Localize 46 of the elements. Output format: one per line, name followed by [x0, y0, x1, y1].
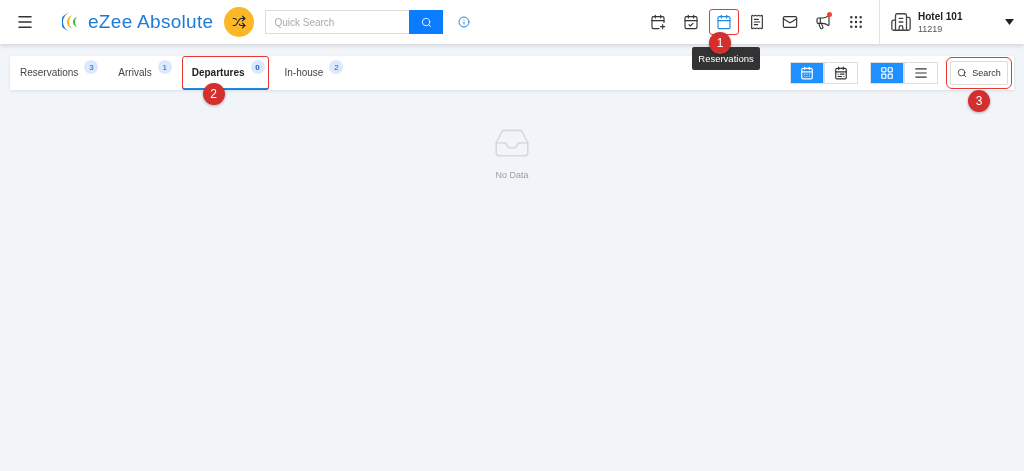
calendar-icon — [716, 14, 732, 30]
tab[interactable]: In-house 2 — [274, 56, 348, 90]
empty-message: No Data — [495, 170, 529, 180]
tab-label: Reservations — [20, 66, 79, 78]
calendar-plus-icon — [650, 14, 666, 30]
quick-search-field[interactable]: Quick Search — [265, 10, 410, 34]
search-label: Search — [972, 68, 1001, 78]
tab[interactable]: Reservations 3 — [10, 56, 103, 90]
step-marker: 2 — [202, 83, 225, 105]
menu-icon — [16, 13, 34, 31]
count-badge: 2 — [329, 60, 344, 74]
search-icon — [957, 68, 968, 78]
count-badge: 0 — [250, 60, 265, 74]
step-marker: 1 — [709, 32, 731, 54]
calendar-check-icon — [683, 14, 699, 30]
mail-icon — [782, 14, 798, 30]
tab-label: In-house — [284, 66, 324, 78]
shuffle-icon — [232, 15, 247, 29]
building-icon — [890, 11, 912, 33]
view-toggle[interactable] — [790, 62, 824, 84]
tab-label: Arrivals — [118, 66, 152, 78]
search-button[interactable] — [409, 10, 444, 34]
search-icon — [420, 16, 432, 28]
switch-button[interactable] — [224, 7, 255, 37]
caret-icon[interactable] — [1005, 19, 1014, 25]
hotel-code: 11219 — [918, 23, 944, 34]
tab-label: Departures — [191, 66, 245, 78]
view-toggle[interactable] — [824, 62, 858, 84]
calendar-icon — [800, 66, 814, 80]
grid-icon — [880, 66, 894, 80]
app-name: eZee Absolute — [88, 11, 214, 33]
notification-dot — [827, 12, 832, 17]
info-icon — [458, 16, 471, 28]
count-badge: 1 — [157, 60, 172, 74]
list-icon — [914, 66, 928, 80]
hotel-name: Hotel 101 — [918, 10, 964, 22]
tab[interactable]: Arrivals 1 — [108, 56, 176, 90]
layout-toggle[interactable] — [870, 62, 904, 84]
tooltip: Reservations — [692, 47, 760, 70]
calendar-icon — [834, 66, 848, 80]
step-marker: 3 — [968, 90, 990, 112]
megaphone-icon — [815, 14, 831, 30]
apps-grid-icon — [848, 14, 864, 30]
count-badge: 3 — [84, 60, 99, 74]
receipt-icon — [749, 14, 765, 30]
layout-toggle[interactable] — [904, 62, 938, 84]
